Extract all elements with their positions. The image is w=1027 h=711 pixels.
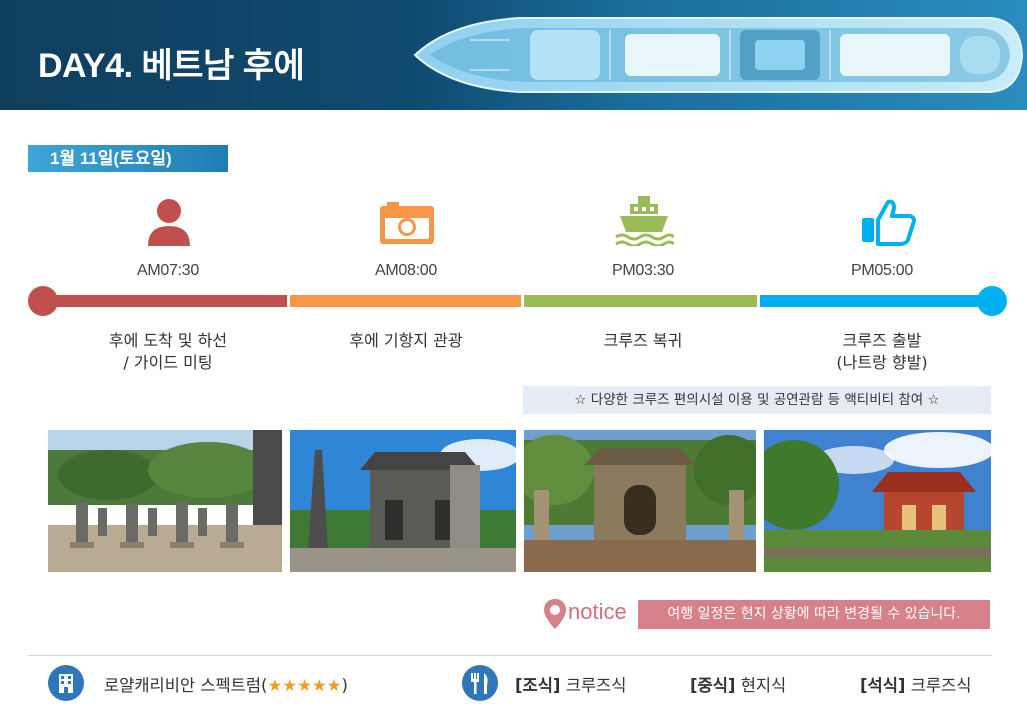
timeline-segment-3	[524, 295, 757, 307]
photo-stele-pavilion	[290, 430, 516, 572]
date-badge: 1월 11일(토요일)	[28, 145, 228, 172]
notice-text: 여행 일정은 현지 상황에 따라 변경될 수 있습니다.	[638, 600, 990, 629]
cruise-ship-image	[413, 17, 1024, 93]
desc-step-2: 후에 기항지 관광	[349, 331, 463, 350]
time-step-3: PM03:30	[612, 262, 674, 279]
timeline-segment-4	[760, 295, 990, 307]
time-step-2: AM08:00	[375, 262, 437, 279]
camera-icon	[380, 202, 434, 244]
hotel-info: 로얄캐리비안 스펙트럼(★★★★★)	[104, 676, 348, 695]
timeline-end-dot	[977, 286, 1007, 316]
timeline-segment-1	[44, 295, 287, 307]
meal-lunch: [중식] 현지식	[690, 676, 787, 695]
desc-step-3: 크루즈 복귀	[603, 331, 683, 350]
meal-breakfast: [조식] 크루즈식	[515, 676, 627, 695]
photo-red-pavilion	[764, 430, 991, 572]
ship-icon	[615, 196, 674, 246]
desc-step-4: 크루즈 출발 (나트랑 향발)	[836, 331, 928, 372]
footer-divider	[28, 655, 992, 656]
notice-label: notice	[568, 599, 627, 624]
star-rating: ★★★★★	[267, 676, 342, 695]
page-title: DAY4. 베트남 후에	[38, 47, 305, 85]
desc-step-1: 후에 도착 및 하선 / 가이드 미팅	[108, 331, 228, 372]
time-step-1: AM07:30	[137, 262, 199, 279]
map-pin-icon	[544, 599, 566, 629]
meal-dinner: [석식] 크루즈식	[860, 676, 972, 695]
hotel-icon	[48, 665, 84, 701]
fork-knife-icon	[462, 665, 498, 701]
activity-note: ☆ 다양한 크루즈 편의시설 이용 및 공연관람 등 액티비티 참여 ☆	[523, 386, 991, 414]
person-icon	[148, 199, 190, 246]
time-step-4: PM05:00	[851, 262, 913, 279]
page-header: DAY4. 베트남 후에	[0, 0, 1027, 110]
photo-temple-gate	[524, 430, 756, 572]
thumbs-up-icon	[862, 199, 916, 246]
photo-statues	[48, 430, 282, 572]
timeline-segment-2	[290, 295, 521, 307]
